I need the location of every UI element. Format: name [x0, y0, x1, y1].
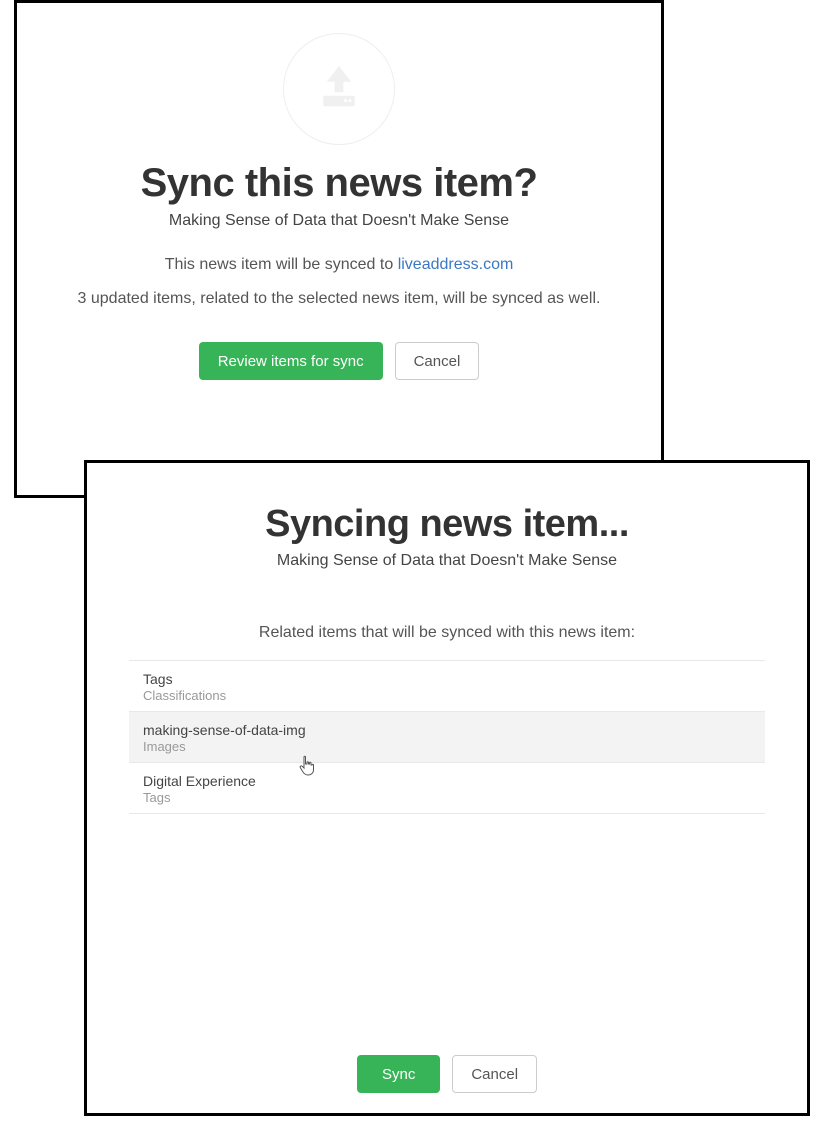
list-item-title: Digital Experience	[143, 773, 751, 789]
list-item-title: making-sense-of-data-img	[143, 722, 751, 738]
syncing-button-row: Sync Cancel	[87, 1039, 807, 1113]
extra-info-line: 3 updated items, related to the selected…	[17, 290, 661, 308]
syncing-dialog: Syncing news item... Making Sense of Dat…	[84, 460, 810, 1116]
list-item-sub: Classifications	[143, 688, 751, 703]
sync-confirm-dialog: Sync this news item? Making Sense of Dat…	[14, 0, 664, 498]
list-item-sub: Images	[143, 739, 751, 754]
dialog-subtitle: Making Sense of Data that Doesn't Make S…	[17, 212, 661, 230]
upload-icon-circle	[283, 33, 395, 145]
sync-destination-prefix: This news item will be synced to	[165, 256, 398, 273]
sync-destination-link[interactable]: liveaddress.com	[398, 256, 514, 273]
review-items-button[interactable]: Review items for sync	[199, 342, 383, 380]
upload-icon	[311, 59, 367, 120]
syncing-subtitle: Making Sense of Data that Doesn't Make S…	[87, 552, 807, 570]
cancel-button[interactable]: Cancel	[395, 342, 480, 380]
list-item[interactable]: Tags Classifications	[129, 661, 765, 712]
dialog-button-row: Review items for sync Cancel	[17, 342, 661, 380]
sync-button[interactable]: Sync	[357, 1055, 440, 1093]
related-heading: Related items that will be synced with t…	[87, 624, 807, 642]
list-item[interactable]: making-sense-of-data-img Images	[129, 712, 765, 763]
cancel-button[interactable]: Cancel	[452, 1055, 537, 1093]
syncing-title: Syncing news item...	[87, 503, 807, 546]
list-item-title: Tags	[143, 671, 751, 687]
dialog-title: Sync this news item?	[17, 161, 661, 206]
list-item-sub: Tags	[143, 790, 751, 805]
related-items-list: Tags Classifications making-sense-of-dat…	[129, 660, 765, 814]
cursor-pointer-icon	[297, 754, 317, 783]
list-item[interactable]: Digital Experience Tags	[129, 763, 765, 814]
sync-destination-line: This news item will be synced to liveadd…	[17, 256, 661, 274]
